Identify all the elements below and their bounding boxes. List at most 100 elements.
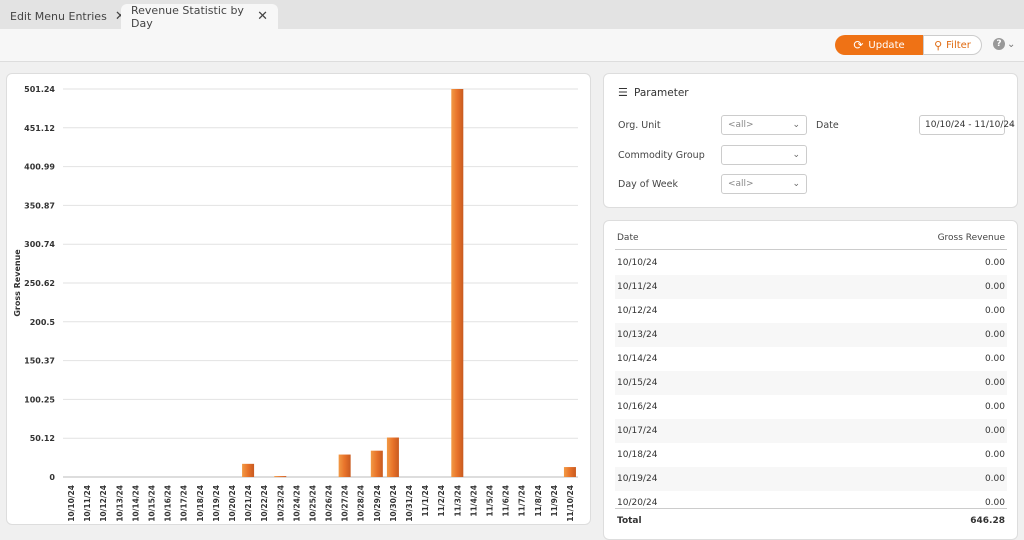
y-axis-label: Gross Revenue [13,249,22,317]
bar [563,467,576,477]
x-tick-label: 10/10/24 [67,485,76,522]
x-tick-label: 10/27/24 [341,485,350,522]
row-date: 10/11/24 [617,282,658,292]
tab-bar: Edit Menu Entries ✕ Revenue Statistic by… [0,0,1024,30]
bar [338,454,351,477]
row-date: 10/12/24 [617,306,658,316]
x-tick-label: 11/10/24 [566,485,575,522]
y-tick-label: 250.62 [24,279,55,288]
y-tick-label: 451.12 [24,124,55,133]
row-revenue: 0.00 [984,258,1005,268]
table-header: Date Gross Revenue [615,226,1007,250]
org-unit-select[interactable]: <all> ⌄ [721,115,807,135]
row-date: 10/10/24 [617,258,658,268]
table-row[interactable]: 10/11/24 0.00 [615,275,1007,299]
table-row[interactable]: 10/14/24 0.00 [615,347,1007,371]
x-tick-label: 10/24/24 [292,485,301,522]
row-date: 10/19/24 [617,474,658,484]
row-date: 10/18/24 [617,450,658,460]
x-tick-label: 10/12/24 [99,485,108,522]
commodity-group-select[interactable]: ⌄ [721,145,807,165]
x-tick-label: 11/9/24 [550,485,559,517]
dow-value: <all> [728,179,754,189]
row-date: 10/13/24 [617,330,658,340]
bar [242,463,255,477]
tab-edit-menu-entries[interactable]: Edit Menu Entries ✕ [0,4,136,29]
row-revenue: 0.00 [984,498,1005,508]
x-tick-label: 10/14/24 [131,485,140,522]
revenue-bar-chart: 0 50.12 100.25 150.37 200.5 250.62 300.74 350.8… [13,85,578,522]
x-tick-label: 10/13/24 [115,485,124,522]
x-tick-label: 10/15/24 [148,485,157,522]
filter-button[interactable]: ⚲ Filter [923,35,982,55]
row-revenue: 0.00 [984,402,1005,412]
x-tick-label: 11/8/24 [534,485,543,517]
parameter-title: Parameter [634,87,689,99]
parameter-panel: ☰ Parameter Org. Unit <all> ⌄ Date 10/10/… [603,73,1018,208]
table-row[interactable]: 10/12/24 0.00 [615,299,1007,323]
close-icon[interactable]: ✕ [257,9,268,24]
chevron-down-icon[interactable]: ⌄ [1007,118,1015,129]
table-row[interactable]: 10/16/24 0.00 [615,395,1007,419]
search-icon: ⚲ [934,38,943,52]
x-tick-label: 10/20/24 [228,485,237,522]
column-date[interactable]: Date [617,233,639,243]
x-tick-label: 10/25/24 [308,485,317,522]
x-tick-label: 11/7/24 [518,485,527,517]
update-button[interactable]: ⟳ Update [835,35,923,55]
table-row[interactable]: 10/15/24 0.00 [615,371,1007,395]
x-tick-label: 11/2/24 [437,485,446,517]
row-revenue: 0.00 [984,306,1005,316]
tab-label: Revenue Statistic by Day [131,3,244,30]
bar [386,437,399,477]
row-revenue: 0.00 [984,330,1005,340]
y-tick-label: 200.5 [30,318,56,327]
bar [274,476,287,478]
bar [451,89,464,477]
table-row[interactable]: 10/10/24 0.00 [615,251,1007,275]
x-tick-label: 10/30/24 [389,485,398,522]
x-tick-label: 11/1/24 [421,485,430,517]
x-tick-label: 11/3/24 [453,485,462,517]
row-revenue: 0.00 [984,450,1005,460]
tab-label: Edit Menu Entries [10,10,107,23]
row-date: 10/16/24 [617,402,658,412]
x-tick-label: 10/26/24 [325,485,334,522]
chevron-down-icon: ⌄ [1007,38,1016,50]
chart-panel: 0 50.12 100.25 150.37 200.5 250.62 300.74 350.8… [6,73,591,525]
x-tick-label: 10/18/24 [196,485,205,522]
bar [370,450,383,477]
y-tick-label: 300.74 [24,240,55,249]
row-revenue: 0.00 [984,426,1005,436]
column-gross-revenue[interactable]: Gross Revenue [938,233,1005,243]
day-of-week-select[interactable]: <all> ⌄ [721,174,807,194]
help-menu[interactable]: ? ⌄ [993,38,1015,50]
commodity-group-label: Commodity Group [618,150,705,161]
table-row[interactable]: 10/17/24 0.00 [615,419,1007,443]
chevron-down-icon: ⌄ [792,120,800,130]
x-tick-label: 11/5/24 [485,485,494,517]
toolbar: ⟳ Update ⚲ Filter [0,29,1024,62]
date-label: Date [816,120,839,131]
table-total-row: Total 646.28 [615,508,1007,532]
y-tick-label: 400.99 [24,163,55,172]
tab-revenue-statistic[interactable]: Revenue Statistic by Day ✕ [121,3,278,30]
table-row[interactable]: 10/13/24 0.00 [615,323,1007,347]
date-range-select[interactable]: 10/10/24 - 11/10/24 [919,115,1015,135]
filter-label: Filter [946,39,971,51]
y-tick-label: 501.24 [24,85,55,94]
x-tick-label: 10/21/24 [244,485,253,522]
chevron-down-icon: ⌄ [792,179,800,189]
table-row[interactable]: 10/19/24 0.00 [615,467,1007,491]
chevron-down-icon: ⌄ [792,150,800,160]
row-revenue: 0.00 [984,474,1005,484]
table-row[interactable]: 10/18/24 0.00 [615,443,1007,467]
y-tick-label: 350.87 [24,201,55,210]
x-tick-label: 10/28/24 [357,485,366,522]
row-date: 10/14/24 [617,354,658,364]
row-date: 10/17/24 [617,426,658,436]
help-icon: ? [993,38,1005,50]
row-revenue: 0.00 [984,378,1005,388]
y-tick-label: 0 [49,473,55,482]
update-label: Update [868,39,905,51]
